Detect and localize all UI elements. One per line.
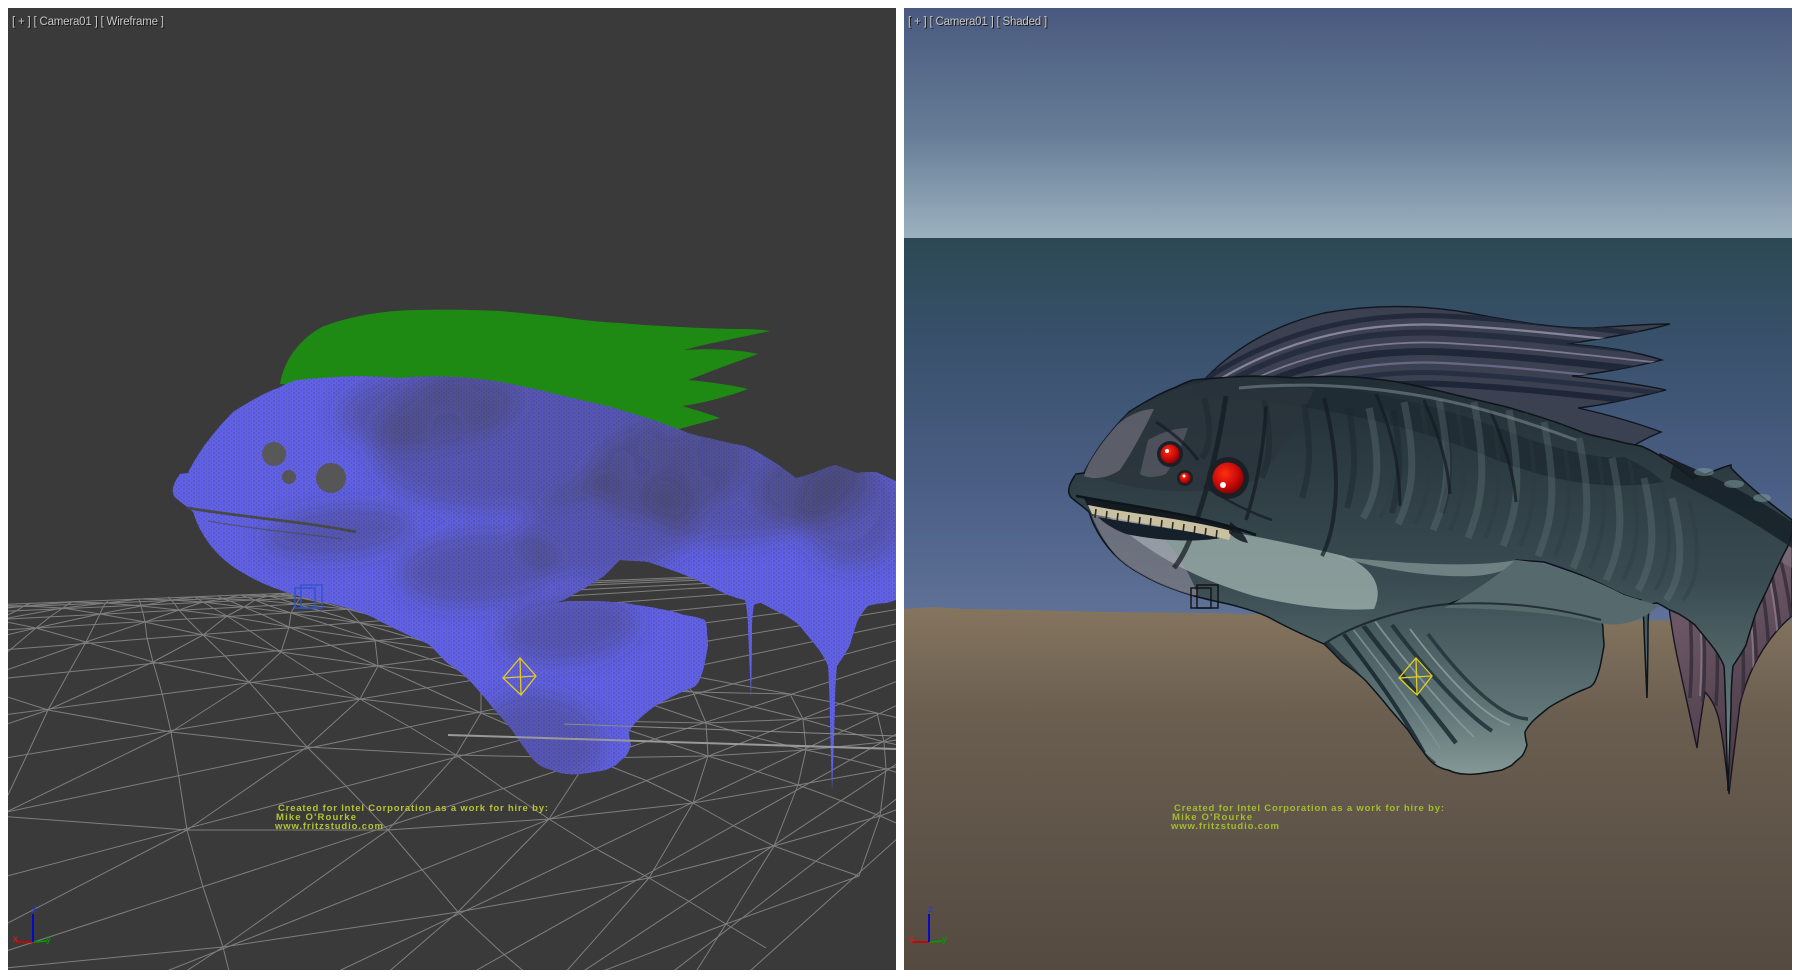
svg-text:[ + ] [ Camera01 ] [ Shaded ]: [ + ] [ Camera01 ] [ Shaded ] [908,16,1047,28]
svg-text:x: x [13,934,18,945]
svg-text:[ + ] [ Camera01 ] [ Wireframe: [ + ] [ Camera01 ] [ Wireframe ] [12,16,164,28]
svg-text:www.fritzstudio.com: www.fritzstudio.com [274,821,383,832]
svg-text:z: z [32,904,37,915]
svg-text:y: y [46,934,51,945]
svg-text:www.fritzstudio.com: www.fritzstudio.com [1170,821,1279,832]
svg-text:z: z [928,904,933,915]
svg-text:y: y [942,934,947,945]
svg-text:x: x [909,934,914,945]
